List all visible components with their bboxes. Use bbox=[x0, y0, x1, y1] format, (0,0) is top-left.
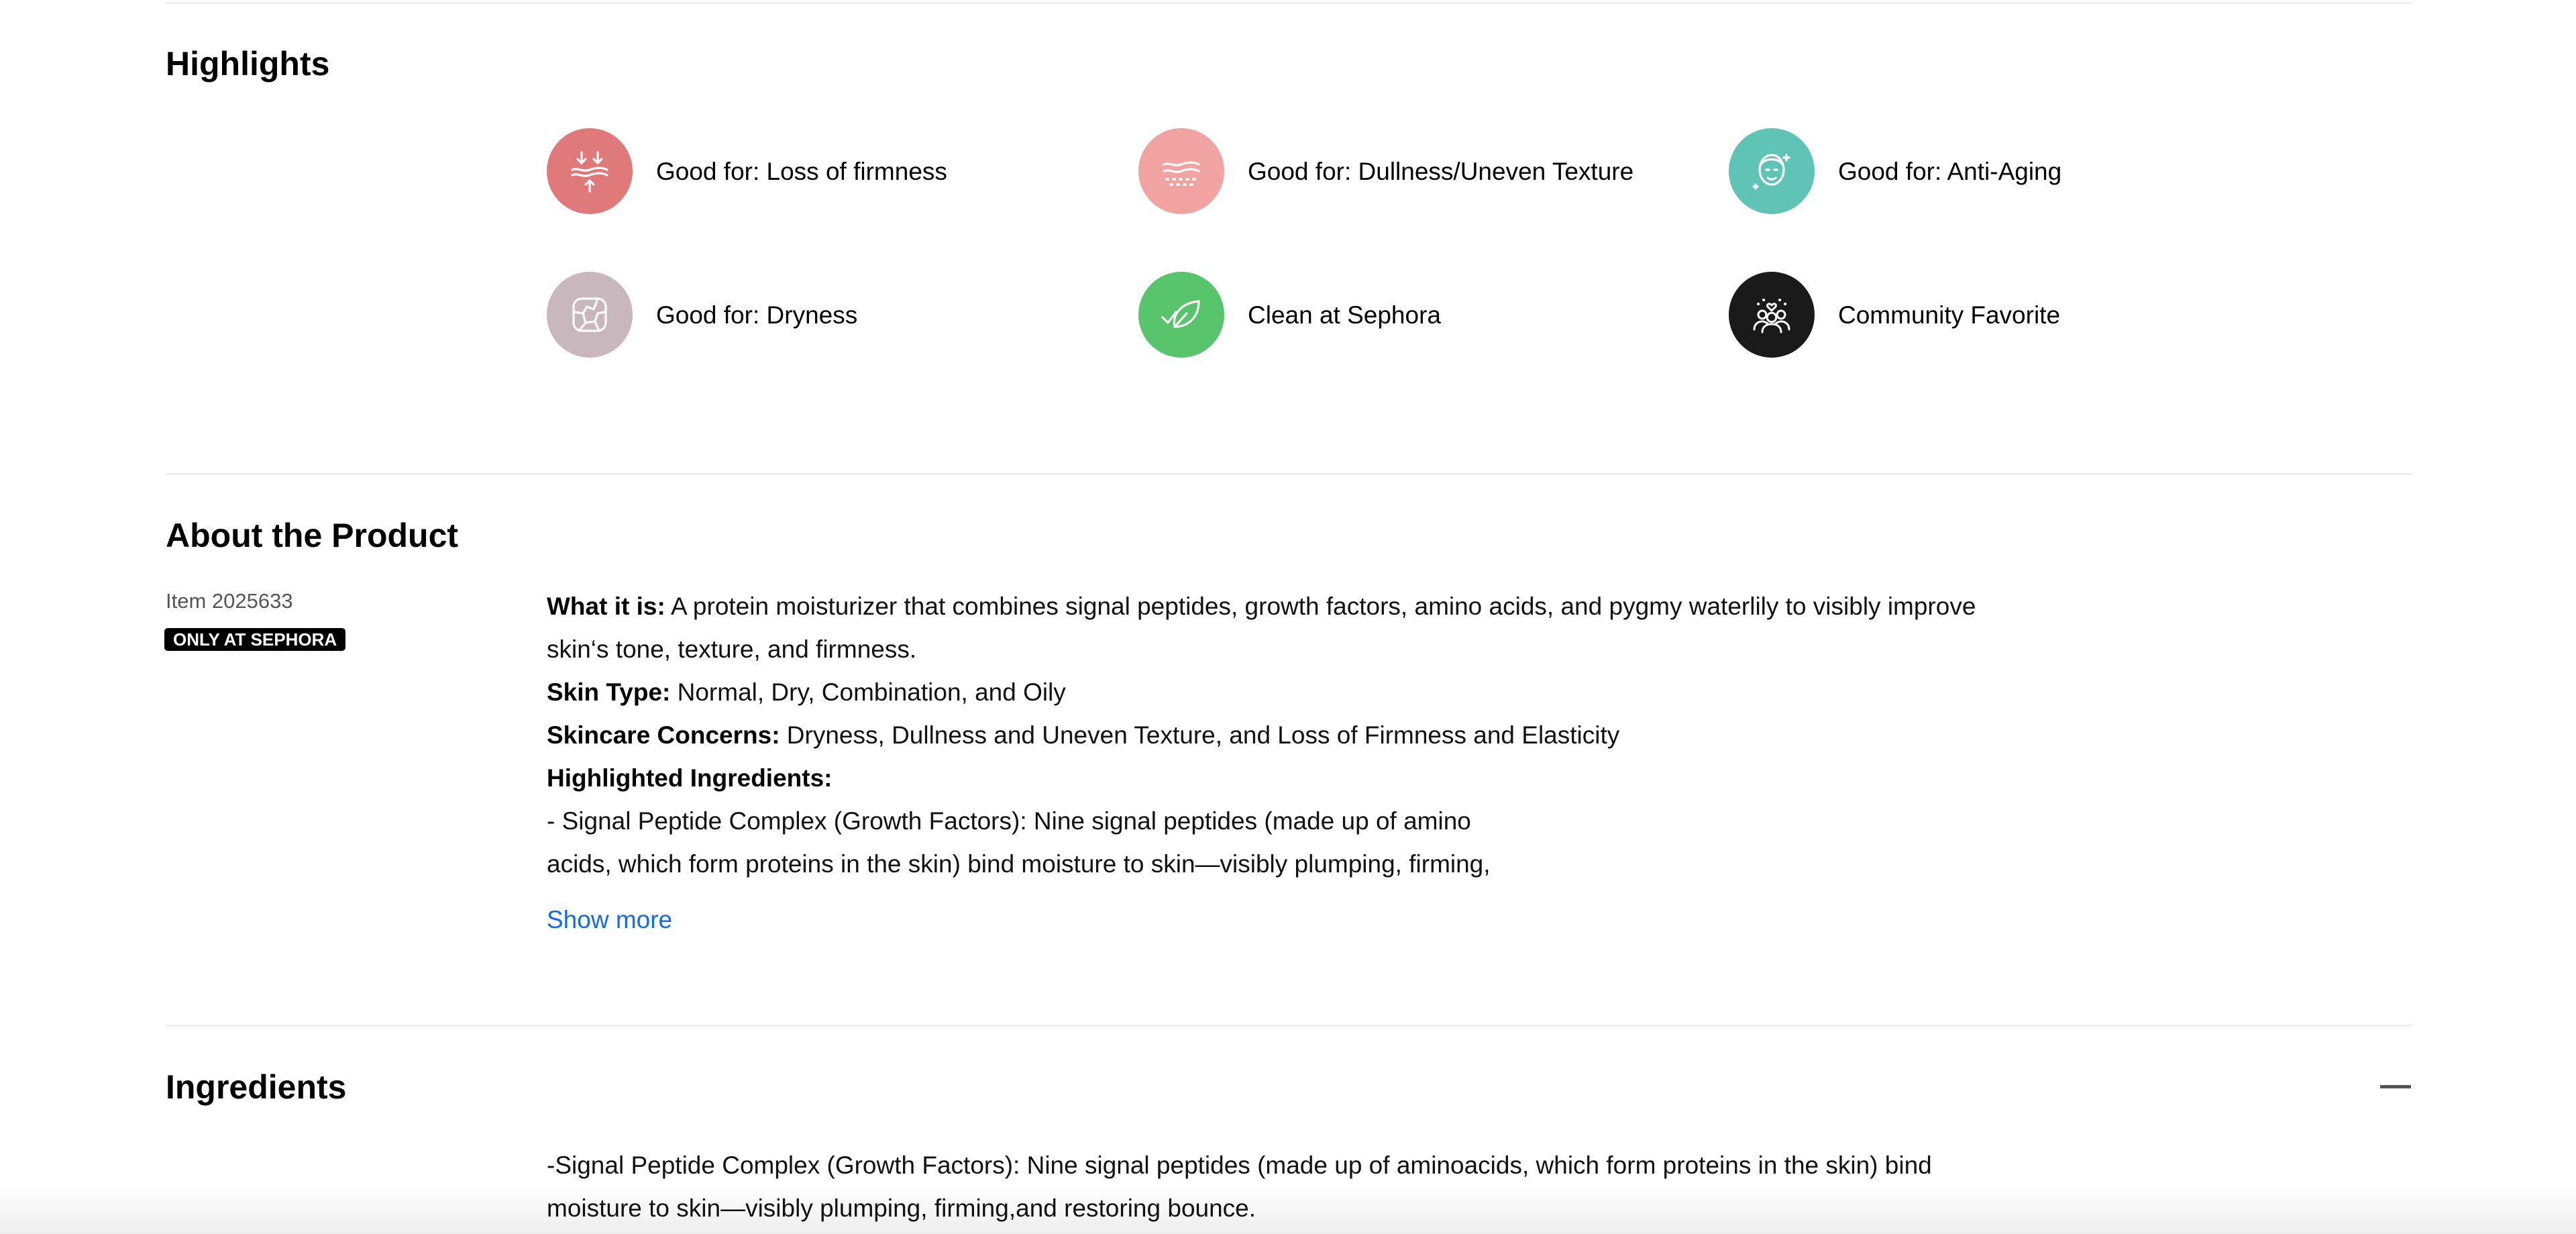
face-sparkle-icon bbox=[1729, 128, 1815, 214]
highlight-label: Good for: Dullness/Uneven Texture bbox=[1248, 157, 1634, 185]
skin-type-line: Skin Type: Normal, Dry, Combination, and… bbox=[547, 671, 2090, 714]
highlight-label: Community Favorite bbox=[1838, 301, 2061, 329]
what-it-is-line: What it is: A protein moisturizer that c… bbox=[547, 585, 2090, 628]
highlight-community-favorite: Community Favorite bbox=[1729, 272, 2060, 358]
collapse-ingredients-button[interactable] bbox=[2380, 1076, 2411, 1096]
what-it-is-continued: skin‘s tone, texture, and firmness. bbox=[547, 635, 917, 663]
highlight-label: Good for: Dryness bbox=[656, 301, 858, 329]
highlight-loss-of-firmness: Good for: Loss of firmness bbox=[547, 128, 947, 214]
highlight-label: Clean at Sephora bbox=[1248, 301, 1441, 329]
ingredients-line: -Signal Peptide Complex (Growth Factors)… bbox=[547, 1151, 1932, 1179]
item-number: Item 2025633 bbox=[166, 589, 293, 613]
highlight-label: Good for: Loss of firmness bbox=[656, 157, 947, 185]
skincare-concerns-line: Skincare Concerns: Dryness, Dullness and… bbox=[547, 714, 2090, 757]
top-divider bbox=[166, 2, 2412, 4]
ingredients-list: -Signal Peptide Complex (Growth Factors)… bbox=[547, 1144, 2090, 1230]
highlight-dullness-uneven-texture: Good for: Dullness/Uneven Texture bbox=[1138, 128, 1633, 214]
highlight-anti-aging: Good for: Anti-Aging bbox=[1729, 128, 2061, 214]
skincare-concerns-label: Skincare Concerns: bbox=[547, 721, 780, 749]
about-product-heading: About the Product bbox=[166, 517, 459, 554]
highlighted-ingredients-label-text: Highlighted Ingredients: bbox=[547, 764, 833, 792]
highlighted-ingredients-label: Highlighted Ingredients: bbox=[547, 757, 2090, 800]
only-at-sephora-badge: ONLY AT SEPHORA bbox=[164, 628, 346, 651]
skin-type-label: Skin Type: bbox=[547, 678, 671, 706]
skin-texture-icon bbox=[1138, 128, 1224, 214]
cracked-skin-icon bbox=[547, 272, 633, 358]
ingredients-line: moisture to skin—visibly plumping, firmi… bbox=[547, 1194, 1256, 1222]
leaf-check-icon bbox=[1138, 272, 1224, 358]
highlighted-ingredient-line: acids, which form proteins in the skin) … bbox=[547, 850, 1491, 878]
highlight-dryness: Good for: Dryness bbox=[547, 272, 857, 358]
firmness-arrows-icon bbox=[547, 128, 633, 214]
what-it-is-label: What it is: bbox=[547, 593, 665, 620]
highlights-divider bbox=[166, 473, 2412, 475]
community-hearts-icon bbox=[1729, 272, 1815, 358]
about-divider bbox=[166, 1025, 2412, 1027]
show-more-link[interactable]: Show more bbox=[547, 906, 672, 934]
what-it-is-value: A protein moisturizer that combines sign… bbox=[665, 593, 1976, 620]
highlights-heading: Highlights bbox=[166, 45, 330, 83]
skincare-concerns-value: Dryness, Dullness and Uneven Texture, an… bbox=[780, 721, 1620, 749]
highlighted-ingredient-line: - Signal Peptide Complex (Growth Factors… bbox=[547, 807, 1471, 835]
about-product-description: What it is: A protein moisturizer that c… bbox=[547, 585, 2090, 886]
highlight-clean-at-sephora: Clean at Sephora bbox=[1138, 272, 1441, 358]
ingredients-heading: Ingredients bbox=[166, 1068, 347, 1106]
highlight-label: Good for: Anti-Aging bbox=[1838, 157, 2062, 185]
skin-type-value: Normal, Dry, Combination, and Oily bbox=[670, 678, 1066, 706]
